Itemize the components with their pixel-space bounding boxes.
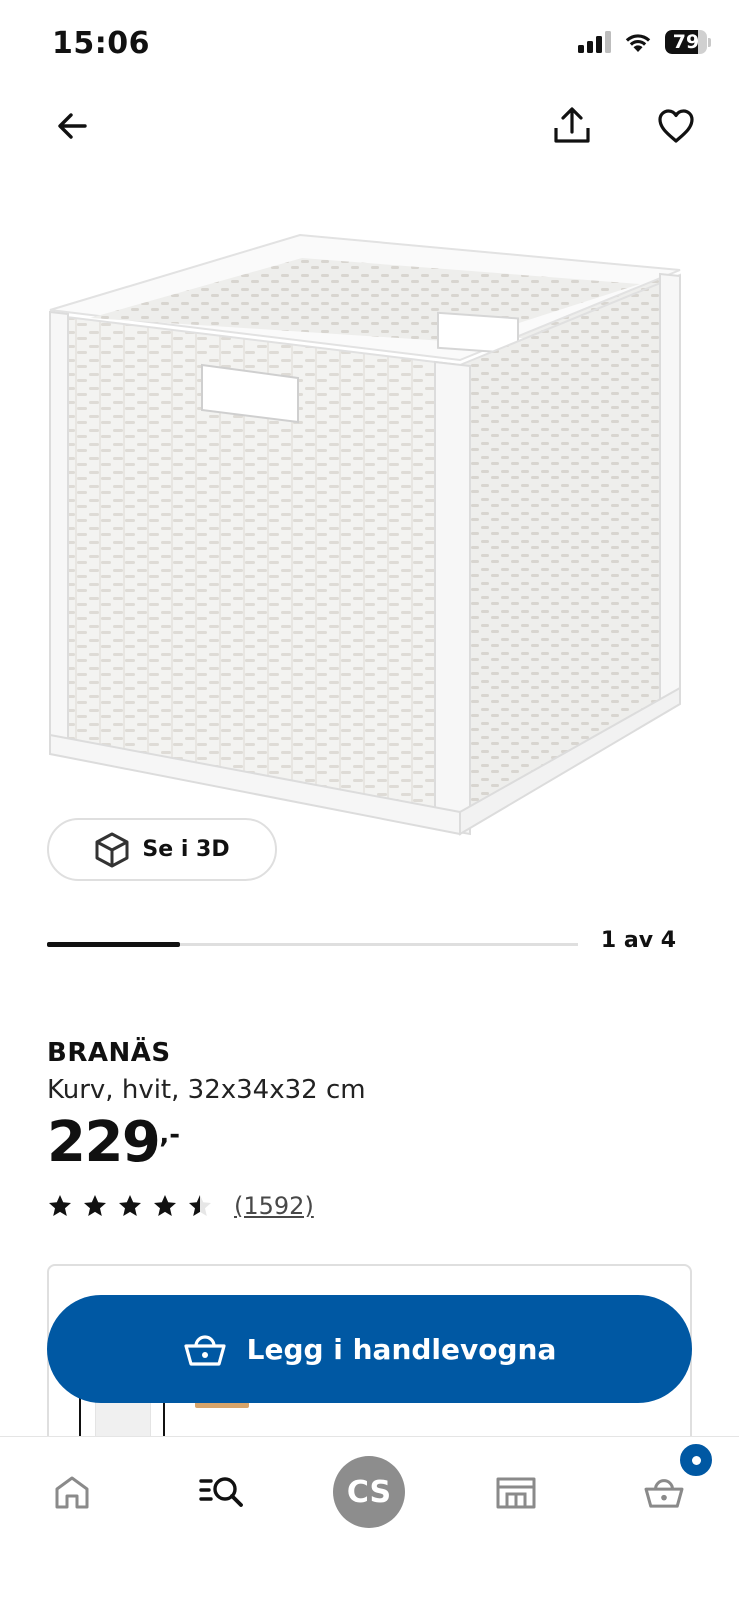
product-name: BRANÄS	[47, 1038, 171, 1068]
nav-search[interactable]	[182, 1437, 262, 1547]
back-button[interactable]	[42, 96, 102, 156]
rating-count[interactable]: (1592)	[234, 1192, 314, 1220]
signal-icon	[578, 31, 611, 53]
status-time: 15:06	[52, 26, 150, 61]
battery-percent: 79	[672, 31, 700, 53]
heart-icon	[658, 109, 694, 143]
product-image[interactable]	[40, 230, 700, 880]
top-nav	[0, 96, 739, 166]
product-price: 229 ,-	[47, 1112, 180, 1174]
cube-icon	[95, 832, 129, 867]
basket-icon	[184, 1335, 226, 1366]
home-icon	[55, 1476, 89, 1509]
store-icon	[496, 1477, 536, 1509]
price-decimal: ,-	[159, 1120, 181, 1150]
favourite-button[interactable]	[646, 96, 706, 156]
nav-home[interactable]	[32, 1437, 112, 1547]
add-to-cart-button[interactable]: Legg i handlevogna	[47, 1295, 692, 1403]
status-icons: 79	[578, 30, 711, 54]
battery-icon: 79	[665, 30, 711, 54]
pager-progress	[47, 942, 180, 947]
bottom-nav: CS	[0, 1436, 739, 1600]
view-3d-label: Se i 3D	[142, 837, 230, 862]
product-description: Kurv, hvit, 32x34x32 cm	[47, 1075, 366, 1105]
pager-text: 1 av 4	[600, 928, 676, 953]
status-bar: 15:06 79	[0, 0, 739, 90]
nav-profile[interactable]: CS	[329, 1437, 409, 1547]
image-pager[interactable]	[47, 942, 578, 947]
view-3d-button[interactable]: Se i 3D	[47, 818, 277, 881]
avatar: CS	[333, 1456, 405, 1528]
star-icon	[154, 1195, 176, 1216]
arrow-left-icon	[58, 113, 87, 139]
star-icon	[119, 1195, 141, 1216]
half-star-icon	[189, 1195, 211, 1216]
search-icon	[199, 1477, 243, 1507]
star-icon	[49, 1195, 71, 1216]
price-integer: 229	[47, 1110, 161, 1175]
cart-badge	[678, 1442, 714, 1478]
nav-store[interactable]	[476, 1437, 556, 1547]
add-to-cart-label: Legg i handlevogna	[246, 1332, 557, 1366]
star-icon	[84, 1195, 106, 1216]
basket-icon	[644, 1479, 684, 1508]
wifi-icon	[625, 34, 651, 52]
share-icon	[554, 107, 590, 143]
share-button[interactable]	[542, 96, 602, 156]
product-rating[interactable]: (1592)	[47, 1192, 314, 1220]
